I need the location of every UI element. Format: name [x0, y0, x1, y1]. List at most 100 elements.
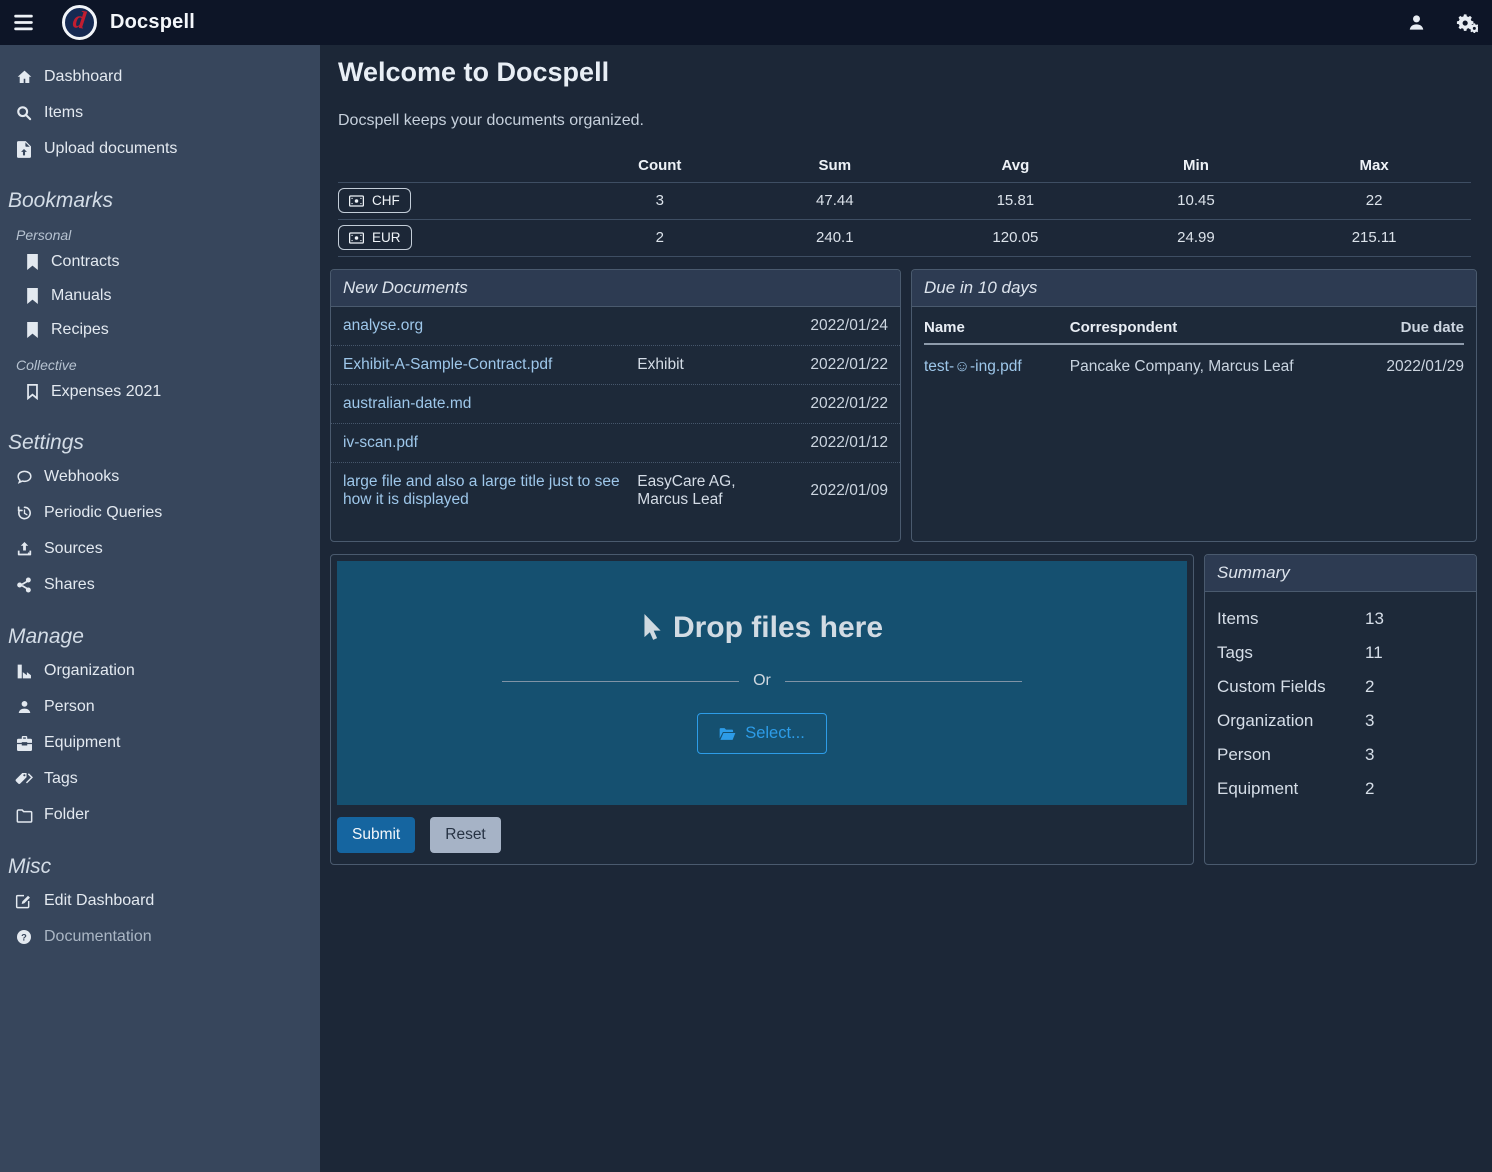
document-link[interactable]: test-☺-ing.pdf [924, 358, 1022, 375]
summary-value: 13 [1365, 609, 1384, 629]
industry-icon [15, 664, 33, 679]
stats-col-avg: Avg [916, 150, 1115, 182]
sidebar-item-expenses-2021[interactable]: Expenses 2021 [0, 375, 320, 409]
money-bill-icon [349, 195, 364, 207]
toolbox-icon [15, 736, 33, 751]
summary-label: Person [1217, 745, 1365, 765]
document-link[interactable]: australian-date.md [343, 395, 637, 413]
comment-icon [15, 469, 33, 485]
stat-value: 240.1 [754, 219, 917, 256]
due-col-correspondent: Correspondent [1070, 313, 1362, 344]
due-table: Name Correspondent Due date test-☺-ing.p… [924, 313, 1464, 376]
upload-panel: Drop files here Or Select... [330, 554, 1194, 865]
document-link[interactable]: analyse.org [343, 317, 637, 335]
sidebar-item-contracts[interactable]: Contracts [0, 245, 320, 279]
stat-value: 2 [566, 219, 754, 256]
bookmark-label: Recipes [51, 321, 109, 339]
sidebar-item-items[interactable]: Items [0, 95, 320, 131]
stat-value: 120.05 [916, 219, 1115, 256]
summary-row: Equipment 2 [1217, 772, 1464, 806]
summary-value: 3 [1365, 711, 1374, 731]
stat-value: 3 [566, 182, 754, 219]
tags-icon [15, 771, 33, 787]
summary-row: Tags 11 [1217, 636, 1464, 670]
panel-title: Summary [1205, 555, 1476, 592]
sidebar-item-shares[interactable]: Shares [0, 567, 320, 603]
summary-value: 3 [1365, 745, 1374, 765]
sidebar-item-periodic-queries[interactable]: Periodic Queries [0, 495, 320, 531]
bars-icon [14, 14, 33, 31]
sidebar-section-misc: Misc [0, 833, 320, 883]
sidebar-item-label: Person [44, 698, 95, 716]
document-link[interactable]: Exhibit-A-Sample-Contract.pdf [343, 356, 637, 374]
new-documents-panel: New Documents analyse.org 2022/01/24 Exh… [330, 269, 901, 542]
panel-title: Due in 10 days [912, 270, 1476, 307]
svg-text:?: ? [21, 932, 27, 942]
stat-value: 47.44 [754, 182, 917, 219]
due-col-name: Name [924, 313, 1070, 344]
sidebar-item-edit-dashboard[interactable]: Edit Dashboard [0, 883, 320, 919]
sidebar-item-documentation[interactable]: ? Documentation [0, 919, 320, 955]
summary-label: Tags [1217, 643, 1365, 663]
stat-value: 22 [1277, 182, 1471, 219]
sidebar-item-label: Shares [44, 576, 95, 594]
stats-table: Count Sum Avg Min Max CHF [338, 150, 1471, 257]
sidebar-item-label: Documentation [44, 928, 152, 946]
summary-label: Custom Fields [1217, 677, 1365, 697]
app-title: Docspell [110, 11, 195, 34]
reset-button[interactable]: Reset [430, 817, 501, 853]
list-item: analyse.org 2022/01/24 [331, 307, 900, 346]
sidebar-item-equipment[interactable]: Equipment [0, 725, 320, 761]
sidebar-item-sources[interactable]: Sources [0, 531, 320, 567]
document-date: 2022/01/22 [784, 395, 888, 413]
summary-row: Custom Fields 2 [1217, 670, 1464, 704]
stat-value: 15.81 [916, 182, 1115, 219]
document-date: 2022/01/24 [784, 317, 888, 335]
stats-col-count: Count [566, 150, 754, 182]
sidebar-item-recipes[interactable]: Recipes [0, 313, 320, 347]
sidebar-item-manuals[interactable]: Manuals [0, 279, 320, 313]
currency-label: EUR [372, 230, 401, 245]
table-row: CHF 3 47.44 15.81 10.45 22 [338, 182, 1471, 219]
document-date: 2022/01/22 [784, 356, 888, 374]
sidebar-item-organization[interactable]: Organization [0, 653, 320, 689]
select-files-button[interactable]: Select... [697, 713, 827, 754]
summary-label: Equipment [1217, 779, 1365, 799]
document-link[interactable]: large file and also a large title just t… [343, 473, 637, 509]
sidebar-item-label: Upload documents [44, 140, 177, 158]
document-correspondent: Exhibit [637, 356, 784, 374]
list-item: iv-scan.pdf 2022/01/12 [331, 424, 900, 463]
dropzone-label: Drop files here [673, 611, 883, 645]
sidebar-item-folder[interactable]: Folder [0, 797, 320, 833]
edit-icon [15, 893, 33, 909]
currency-label: CHF [372, 193, 400, 208]
summary-row: Person 3 [1217, 738, 1464, 772]
stats-col-max: Max [1277, 150, 1471, 182]
history-icon [15, 505, 33, 521]
stats-col-sum: Sum [754, 150, 917, 182]
money-bill-icon [349, 232, 364, 244]
sidebar-item-label: Dasbhoard [44, 68, 122, 86]
sidebar-item-webhooks[interactable]: Webhooks [0, 459, 320, 495]
file-upload-icon [15, 141, 33, 158]
sidebar-item-upload-documents[interactable]: Upload documents [0, 131, 320, 167]
submit-button[interactable]: Submit [337, 817, 415, 853]
sidebar: Dasbhoard Items Upload documents Bookmar… [0, 45, 320, 1172]
sidebar-item-person[interactable]: Person [0, 689, 320, 725]
menu-toggle-button[interactable] [0, 0, 46, 45]
summary-value: 2 [1365, 677, 1374, 697]
bookmark-filled-icon [24, 254, 40, 270]
sidebar-item-dashboard[interactable]: Dasbhoard [0, 59, 320, 95]
settings-cogs-icon[interactable] [1456, 13, 1478, 33]
sidebar-item-label: Items [44, 104, 83, 122]
mouse-pointer-icon [641, 614, 663, 642]
sidebar-item-tags[interactable]: Tags [0, 761, 320, 797]
stat-value: 215.11 [1277, 219, 1471, 256]
document-link[interactable]: iv-scan.pdf [343, 434, 637, 452]
document-correspondent: Pancake Company, Marcus Leaf [1070, 344, 1362, 376]
bookmark-filled-icon [24, 322, 40, 338]
bookmark-label: Contracts [51, 253, 119, 271]
user-menu-icon[interactable] [1407, 13, 1426, 32]
file-dropzone[interactable]: Drop files here Or Select... [337, 561, 1187, 805]
sidebar-section-bookmarks: Bookmarks [0, 167, 320, 217]
